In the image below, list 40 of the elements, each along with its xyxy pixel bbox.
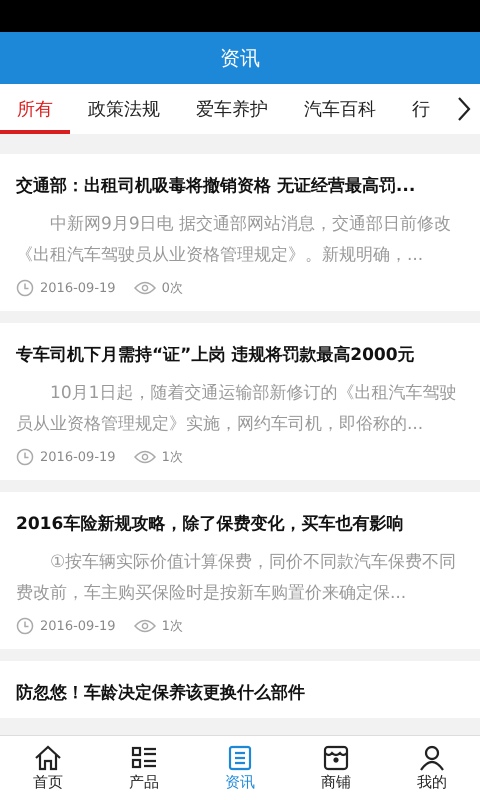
nav-item[interactable]: 产品 [96,736,192,800]
news-title: 防忽悠！车龄决定保养该更换什么部件 [16,682,306,704]
news-card[interactable]: 专车司机下月需持“证”上岗 违规将罚款最高2000元 10月1日起，随着交通运输部新修订的《出租汽车驾驶员从业资格管理规定》实施，网约车司机，即俗称的... 2016-09-19 1次 [0,323,480,480]
nav-item[interactable]: 资讯 [192,736,288,800]
page-title: 资讯 [220,44,260,72]
category-tab[interactable]: 汽车百科 [286,88,394,134]
news-summary: 中新网9月9日电 据交通部网站消息，交通部日前修改《出租汽车驾驶员从业资格管理规定》。新规明确，... [16,213,452,267]
home-icon [34,744,62,770]
news-title: 交通部：出租司机吸毒将撤销资格 无证经营最高罚... [16,175,416,197]
news-card[interactable]: 防忽悠！车龄决定保养该更换什么部件 [0,661,480,718]
clock-icon [16,448,34,466]
category-tab[interactable]: 爱车养护 [178,88,286,134]
clock-icon [16,617,34,635]
nav-item[interactable]: 商铺 [288,736,384,800]
clock-icon [16,279,34,297]
nav-item[interactable]: 我的 [384,736,480,800]
news-date: 2016-09-19 [40,618,116,634]
category-tab[interactable]: 所有 [0,88,70,134]
category-tab[interactable]: 行 [394,88,448,134]
person-icon [418,744,446,770]
eye-icon [134,619,156,633]
chevron-right-icon[interactable] [456,96,472,122]
eye-icon [134,450,156,464]
view-count: 1次 [162,618,183,635]
news-date: 2016-09-19 [40,450,116,464]
news-card[interactable]: 2016车险新规攻略，除了保费变化，买车也有影响 ①按车辆实际价值计算保费，同价不同款汽车保费不同费改前，车主购买保险时是按新车购置价来确定保... 2016-09-19 1次 [0,492,480,649]
shop-icon [322,744,350,770]
news-summary: 10月1日起，随着交通运输部新修订的《出租汽车驾驶员从业资格管理规定》实施，网约车司机，即俗称的... [16,382,458,436]
news-summary: ①按车辆实际价值计算保费，同价不同款汽车保费不同费改前，车主购买保险时是按新车购置价来确定保... [16,551,458,605]
news-title: 2016车险新规攻略，除了保费变化，买车也有影响 [16,513,404,535]
view-count: 0次 [162,280,183,297]
news-card[interactable]: 交通部：出租司机吸毒将撤销资格 无证经营最高罚... 中新网9月9日电 据交通部网站消息，交通部日前修改《出租汽车驾驶员从业资格管理规定》。新规明确，... 2016-09-19 0次 [0,154,480,311]
eye-icon [134,281,156,295]
list-icon [130,744,158,770]
nav-item[interactable]: 首页 [0,736,96,800]
document-icon [226,744,254,770]
category-tab[interactable]: 政策法规 [70,88,178,134]
news-title: 专车司机下月需持“证”上岗 违规将罚款最高2000元 [16,344,416,366]
news-date: 2016-09-19 [40,280,116,296]
view-count: 1次 [162,449,183,466]
